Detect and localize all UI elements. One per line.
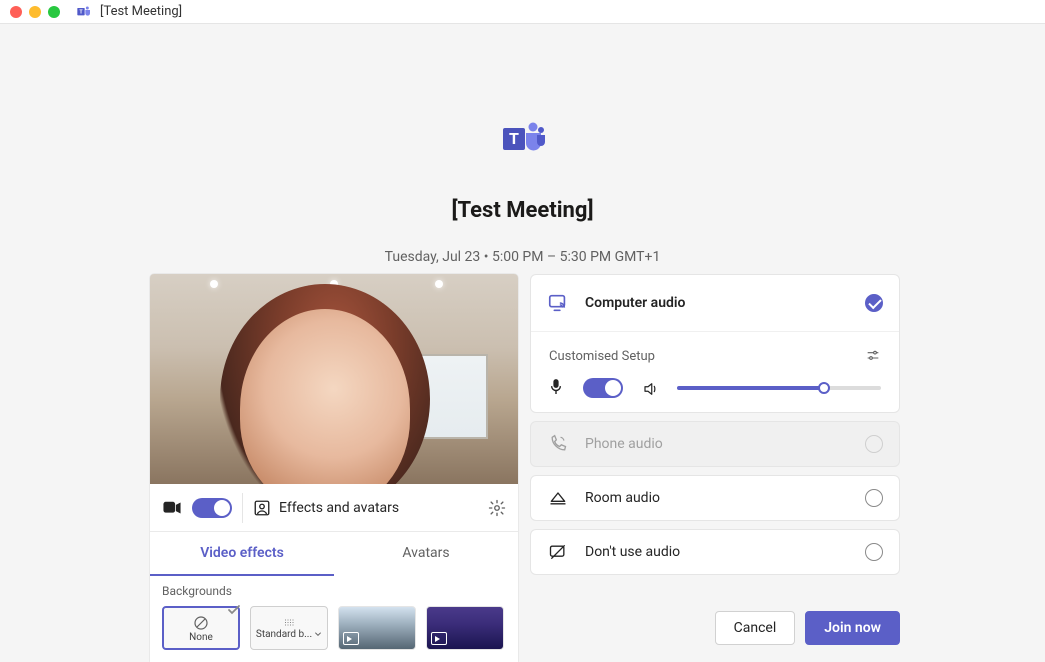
window-title: [Test Meeting] bbox=[100, 4, 182, 19]
checkmark-icon bbox=[226, 602, 242, 618]
video-panel: Effects and avatars Video effects Avatar… bbox=[150, 274, 518, 662]
no-audio-icon bbox=[547, 541, 569, 563]
computer-audio-radio[interactable] bbox=[865, 294, 883, 312]
blur-icon bbox=[280, 617, 298, 629]
effects-tabs: Video effects Avatars bbox=[150, 532, 518, 576]
effects-and-avatars-button[interactable]: Effects and avatars bbox=[253, 499, 478, 517]
window-titlebar: T [Test Meeting] bbox=[0, 0, 1045, 24]
tab-video-effects[interactable]: Video effects bbox=[150, 532, 334, 576]
computer-audio-card: Computer audio Customised Setup bbox=[530, 274, 900, 413]
room-audio-option[interactable]: Room audio bbox=[531, 476, 899, 520]
none-icon bbox=[192, 614, 210, 632]
image-icon bbox=[343, 632, 359, 645]
audio-panel: Computer audio Customised Setup bbox=[530, 274, 900, 645]
background-blur-label: Standard b... bbox=[256, 629, 312, 640]
phone-audio-option: Phone audio bbox=[531, 422, 899, 466]
camera-toggle[interactable] bbox=[192, 498, 232, 518]
no-audio-card: Don't use audio bbox=[530, 529, 900, 575]
teams-logo-icon: T bbox=[499, 114, 547, 162]
video-settings-button[interactable] bbox=[488, 499, 506, 517]
computer-audio-label: Computer audio bbox=[585, 295, 849, 311]
no-audio-option[interactable]: Don't use audio bbox=[531, 530, 899, 574]
background-image-2[interactable] bbox=[426, 606, 504, 650]
customised-setup-label: Customised Setup bbox=[549, 349, 655, 364]
phone-audio-label: Phone audio bbox=[585, 436, 849, 452]
video-toolbar: Effects and avatars bbox=[150, 484, 518, 532]
svg-text:T: T bbox=[509, 129, 519, 148]
microphone-icon bbox=[549, 378, 565, 398]
cancel-button[interactable]: Cancel bbox=[715, 611, 796, 645]
customised-setup-section: Customised Setup bbox=[531, 331, 899, 412]
phone-audio-icon bbox=[547, 433, 569, 455]
phone-audio-radio bbox=[865, 435, 883, 453]
backgrounds-section-label: Backgrounds bbox=[150, 576, 518, 606]
tab-avatars[interactable]: Avatars bbox=[334, 532, 518, 576]
room-audio-icon bbox=[547, 487, 569, 509]
camera-icon bbox=[162, 501, 182, 515]
phone-audio-card: Phone audio bbox=[530, 421, 900, 467]
background-none-label: None bbox=[189, 632, 213, 643]
video-preview bbox=[150, 274, 518, 484]
backgrounds-row: None Standard b... bbox=[150, 606, 518, 662]
maximize-window-button[interactable] bbox=[48, 6, 60, 18]
background-none[interactable]: None bbox=[162, 606, 240, 650]
no-audio-radio[interactable] bbox=[865, 543, 883, 561]
join-now-button[interactable]: Join now bbox=[805, 611, 900, 645]
room-audio-label: Room audio bbox=[585, 490, 849, 506]
microphone-toggle[interactable] bbox=[583, 378, 623, 398]
close-window-button[interactable] bbox=[10, 6, 22, 18]
teams-app-icon: T bbox=[76, 4, 92, 20]
meeting-header: T [Test Meeting] Tuesday, Jul 23 • 5:00 … bbox=[0, 114, 1045, 265]
room-audio-radio[interactable] bbox=[865, 489, 883, 507]
meeting-time: Tuesday, Jul 23 • 5:00 PM – 5:30 PM GMT+… bbox=[385, 249, 661, 265]
computer-audio-icon bbox=[547, 292, 569, 314]
action-buttons: Cancel Join now bbox=[530, 611, 900, 645]
minimize-window-button[interactable] bbox=[29, 6, 41, 18]
computer-audio-option[interactable]: Computer audio bbox=[531, 275, 899, 331]
person-square-icon bbox=[253, 499, 271, 517]
background-image-1[interactable] bbox=[338, 606, 416, 650]
gear-icon bbox=[488, 499, 506, 517]
speaker-icon bbox=[641, 380, 659, 396]
video-bg-icon bbox=[431, 632, 447, 645]
audio-settings-button[interactable] bbox=[865, 348, 881, 364]
room-audio-card: Room audio bbox=[530, 475, 900, 521]
volume-slider[interactable] bbox=[677, 386, 881, 390]
window-traffic-lights bbox=[10, 6, 60, 18]
chevron-down-icon bbox=[314, 630, 322, 638]
no-audio-label: Don't use audio bbox=[585, 544, 849, 560]
background-standard-blur[interactable]: Standard b... bbox=[250, 606, 328, 650]
meeting-title: [Test Meeting] bbox=[451, 198, 593, 223]
effects-label: Effects and avatars bbox=[279, 500, 399, 516]
